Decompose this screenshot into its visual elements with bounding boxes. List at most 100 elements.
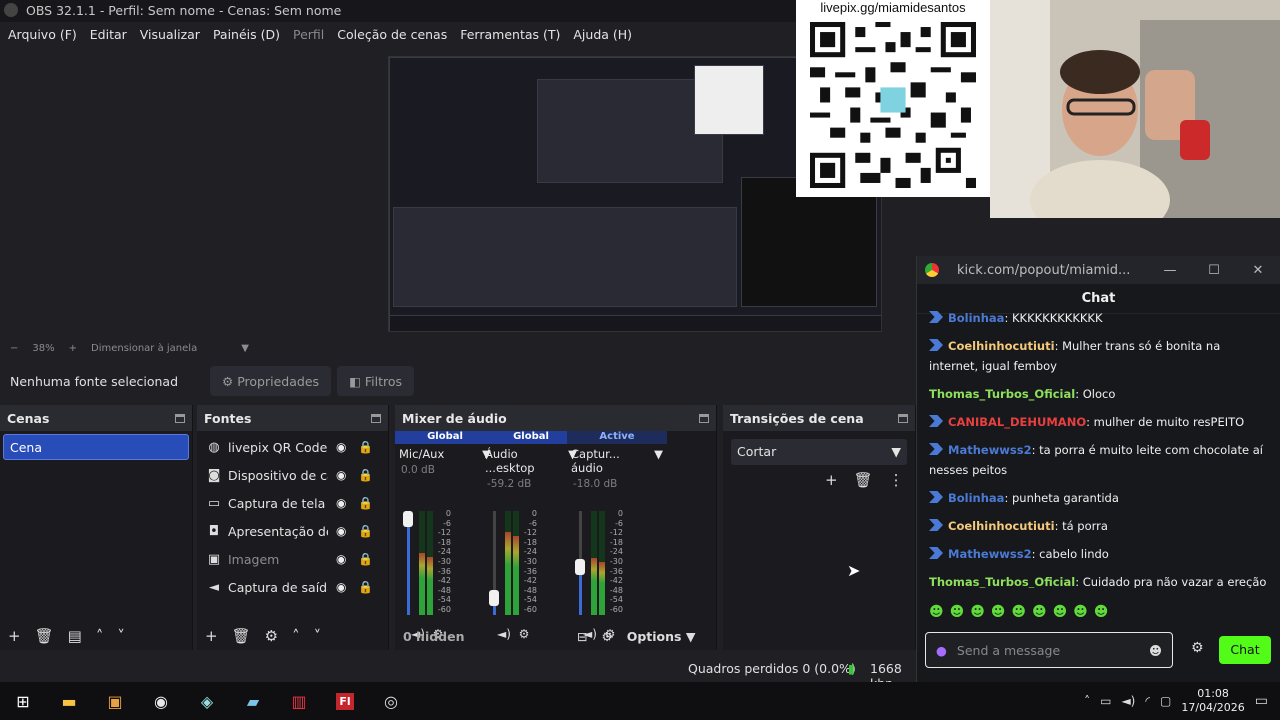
volume-fader[interactable] <box>489 511 499 615</box>
fader-knob[interactable] <box>403 511 413 528</box>
source-item[interactable]: ▭ Captura de tela ◉ 🔒 <box>197 489 388 517</box>
start-button[interactable]: ⊞ <box>0 682 46 720</box>
trash-icon[interactable]: 🗑 <box>232 627 251 645</box>
chat-settings-icon[interactable]: ⚙ <box>1191 640 1204 656</box>
zoom-in-button[interactable]: + <box>69 343 77 354</box>
notes-app-icon[interactable]: ▰ <box>230 682 276 720</box>
gear-icon[interactable]: ⚙ <box>265 627 278 645</box>
move-up-icon[interactable]: ˄ <box>96 627 104 645</box>
lock-icon[interactable]: 🔒 <box>358 496 373 510</box>
menu-ajuda-h[interactable]: Ajuda (H) <box>573 27 632 42</box>
eye-icon[interactable]: ◉ <box>336 580 350 594</box>
lock-icon[interactable]: 🔒 <box>358 440 373 454</box>
volume-fader[interactable] <box>403 511 413 615</box>
menu-cole-o-de-cenas[interactable]: Coleção de cenas <box>337 27 447 42</box>
chevron-down-icon[interactable]: ▼ <box>654 447 663 475</box>
globe-icon: ◍ <box>208 439 220 455</box>
chat-username[interactable]: Bolinhaa <box>948 491 1004 505</box>
layout-icon[interactable]: ⊟ <box>577 629 587 644</box>
add-icon[interactable]: + <box>8 627 21 645</box>
media-app-icon[interactable]: ▣ <box>92 682 138 720</box>
menu-pain-is-d[interactable]: Painéis (D) <box>213 27 280 42</box>
source-item[interactable]: ▣ Imagem ◉ 🔒 <box>197 545 388 573</box>
channel-title[interactable]: Mic/Aux ▼ <box>395 447 495 461</box>
menu-visualizar[interactable]: Visualizar <box>140 27 200 42</box>
add-icon[interactable]: + <box>205 627 218 645</box>
notifications-icon[interactable]: ▭ <box>1255 693 1268 709</box>
clock[interactable]: 01:08 17/04/2026 <box>1181 687 1244 715</box>
app-icon[interactable]: ◈ <box>184 682 230 720</box>
undock-icon[interactable] <box>699 413 709 423</box>
zoom-out-button[interactable]: − <box>10 343 18 354</box>
add-icon[interactable]: + <box>825 471 838 489</box>
scene-filters-icon[interactable]: ▤ <box>68 627 82 645</box>
options-button[interactable]: Options ▼ <box>627 629 696 644</box>
display-icon[interactable]: ▢ <box>1160 694 1171 708</box>
undock-icon[interactable] <box>175 413 185 423</box>
calculator-icon[interactable]: ▥ <box>276 682 322 720</box>
eye-icon[interactable]: ◉ <box>336 468 350 482</box>
volume-fader[interactable] <box>575 511 585 615</box>
lock-icon[interactable]: 🔒 <box>358 580 373 594</box>
obs-taskbar-icon[interactable]: ◎ <box>368 682 414 720</box>
close-icon[interactable]: ✕ <box>1236 263 1280 278</box>
lock-icon[interactable]: 🔒 <box>358 524 373 538</box>
fi-app-icon[interactable]: Fl <box>322 682 368 720</box>
menu-editar[interactable]: Editar <box>90 27 127 42</box>
properties-button[interactable]: ⚙ Propriedades <box>210 366 332 396</box>
mic-icon[interactable]: ● <box>936 643 947 658</box>
lock-icon[interactable]: 🔒 <box>358 552 373 566</box>
scale-tick: -30 <box>523 556 537 566</box>
chat-username[interactable]: Mathewwss2 <box>948 547 1032 561</box>
chat-username[interactable]: Mathewwss2 <box>948 443 1032 457</box>
menu-perfil[interactable]: Perfil <box>293 27 324 42</box>
eye-icon[interactable]: ◉ <box>336 524 350 538</box>
move-down-icon[interactable]: ˅ <box>314 627 322 645</box>
maximize-icon[interactable]: ☐ <box>1192 263 1236 278</box>
chat-username[interactable]: Thomas_Turbos_Oficial <box>929 575 1075 588</box>
eye-hidden-icon[interactable]: ◉ <box>336 552 350 566</box>
source-item[interactable]: ◄ Captura de saída ◉ 🔒 <box>197 573 388 601</box>
trash-icon[interactable]: 🗑 <box>854 471 873 489</box>
chat-username[interactable]: Coelhinhocutiuti <box>948 519 1055 533</box>
source-item[interactable]: ◘ Apresentação de ◉ 🔒 <box>197 517 388 545</box>
battery-icon[interactable]: ▭ <box>1100 694 1111 708</box>
more-icon[interactable]: ⋮ <box>889 471 904 489</box>
channel-title[interactable]: Captur... áudio ▼ <box>567 447 667 475</box>
fader-knob[interactable] <box>575 559 585 576</box>
trash-icon[interactable]: 🗑 <box>35 627 54 645</box>
emote-bar[interactable]: ☻☻☻☻☻☻☻☻☻ <box>929 604 1114 620</box>
scene-item[interactable]: Cena <box>3 434 189 460</box>
eye-icon[interactable]: ◉ <box>336 496 350 510</box>
zoom-mode-dropdown-icon[interactable]: ▼ <box>241 343 249 354</box>
chat-username[interactable]: Bolinhaa <box>948 311 1004 325</box>
chevron-up-icon[interactable]: ˄ <box>1084 694 1090 708</box>
fader-knob[interactable] <box>489 590 499 607</box>
minimize-icon[interactable]: — <box>1148 263 1192 278</box>
menu-ferramentas-t[interactable]: Ferramentas (T) <box>460 27 560 42</box>
transition-select[interactable]: Cortar ▼ <box>731 439 907 465</box>
volume-icon[interactable]: ◄) <box>1121 694 1135 708</box>
chat-input[interactable]: ● Send a message ☻ <box>925 632 1173 668</box>
source-item[interactable]: ◍ livepix QR Code ◉ 🔒 <box>197 433 388 461</box>
filters-button[interactable]: ◧ Filtros <box>337 366 414 396</box>
undock-icon[interactable] <box>898 413 908 423</box>
move-down-icon[interactable]: ˅ <box>117 627 125 645</box>
chrome-taskbar-icon[interactable]: ◉ <box>138 682 184 720</box>
eye-icon[interactable]: ◉ <box>336 440 350 454</box>
chat-username[interactable]: CANIBAL_DEHUMANO <box>948 415 1086 429</box>
move-up-icon[interactable]: ˄ <box>292 627 300 645</box>
emoji-icon[interactable]: ☻ <box>1149 643 1162 658</box>
source-item[interactable]: ◙ Dispositivo de ca ◉ 🔒 <box>197 461 388 489</box>
chat-username[interactable]: Coelhinhocutiuti <box>948 339 1055 353</box>
chat-username[interactable]: Thomas_Turbos_Oficial <box>929 387 1075 401</box>
wifi-icon[interactable]: ◜ <box>1145 694 1150 708</box>
mixer-settings-icon[interactable]: ⚙ <box>601 629 612 644</box>
chat-send-button[interactable]: Chat <box>1219 636 1271 664</box>
scale-tick: -6 <box>615 518 623 528</box>
channel-title[interactable]: Áudio ...esktop ▼ <box>481 447 581 475</box>
lock-icon[interactable]: 🔒 <box>358 468 373 482</box>
file-explorer-icon[interactable]: ▬ <box>46 682 92 720</box>
menu-arquivo-f[interactable]: Arquivo (F) <box>8 27 77 42</box>
undock-icon[interactable] <box>371 413 381 423</box>
